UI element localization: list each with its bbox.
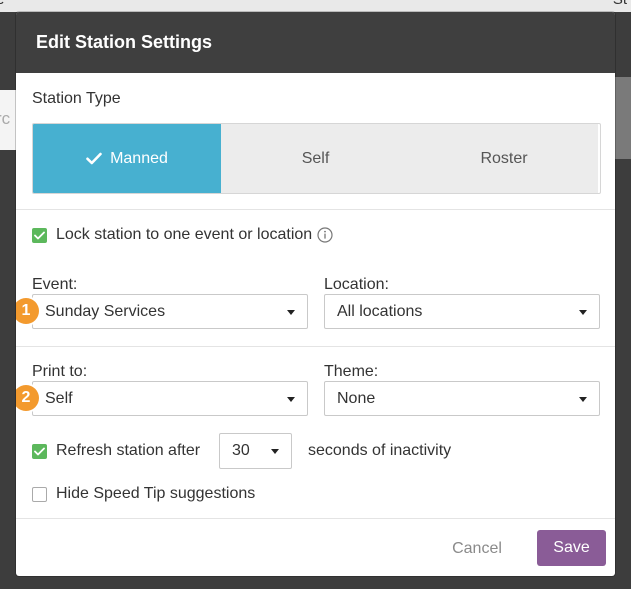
event-select-value: Sunday Services — [45, 302, 166, 320]
station-type-self[interactable]: Self — [221, 124, 410, 193]
caret-down-icon — [287, 310, 295, 315]
location-label: Location: — [324, 276, 389, 293]
refresh-seconds-value: 30 — [232, 442, 250, 459]
modal-header: Edit Station Settings — [16, 12, 615, 73]
refresh-station-checkbox[interactable] — [32, 443, 47, 459]
print-to-select-value: Self — [45, 389, 73, 407]
divider — [16, 346, 615, 347]
hide-speed-tip-checkbox[interactable] — [32, 486, 47, 502]
cancel-button[interactable]: Cancel — [444, 531, 510, 566]
modal-title: Edit Station Settings — [36, 32, 213, 52]
station-type-option-label: Self — [301, 149, 330, 167]
theme-label: Theme: — [324, 363, 379, 380]
check-icon — [86, 152, 102, 165]
station-type-selector: Manned Self Roster — [32, 123, 601, 194]
lock-station-label: Lock station to one event or location — [56, 226, 313, 243]
caret-down-icon — [287, 397, 295, 402]
location-select-value: All locations — [337, 302, 423, 320]
caret-down-icon — [579, 397, 587, 402]
station-type-roster[interactable]: Roster — [410, 124, 598, 193]
info-icon[interactable] — [317, 227, 333, 243]
save-button[interactable]: Save — [537, 530, 606, 566]
refresh-station-label: Refresh station after — [56, 442, 201, 459]
background-text: e — [0, 0, 4, 8]
divider — [16, 209, 615, 210]
event-label: Event: — [32, 276, 78, 293]
refresh-station-row: Refresh station after — [32, 442, 200, 460]
caret-down-icon — [579, 310, 587, 315]
lock-station-row: Lock station to one event or location — [32, 226, 333, 244]
edit-station-modal: Edit Station Settings Station Type Manne… — [16, 12, 615, 576]
print-to-select[interactable]: Self — [32, 381, 308, 416]
footer-divider — [16, 518, 615, 519]
station-type-option-label: Roster — [480, 149, 528, 167]
background-text: rc — [0, 109, 11, 128]
lock-station-checkbox[interactable] — [32, 227, 47, 243]
background-scroll-panel — [615, 77, 631, 159]
theme-select-value: None — [337, 389, 376, 407]
refresh-seconds-select[interactable]: 30 — [219, 433, 292, 469]
event-select[interactable]: Sunday Services — [32, 294, 308, 329]
location-select[interactable]: All locations — [324, 294, 600, 329]
theme-select[interactable]: None — [324, 381, 600, 416]
hide-speed-tip-row: Hide Speed Tip suggestions — [32, 485, 255, 503]
refresh-suffix-label: seconds of inactivity — [308, 442, 452, 459]
station-type-manned[interactable]: Manned — [33, 124, 221, 193]
background-page-top: e St — [0, 0, 631, 12]
caret-down-icon — [271, 449, 279, 454]
print-to-label: Print to: — [32, 363, 88, 380]
background-text: St — [613, 0, 627, 8]
hide-speed-tip-label: Hide Speed Tip suggestions — [56, 485, 256, 502]
station-type-label: Station Type — [32, 90, 121, 107]
station-type-option-label: Manned — [110, 149, 168, 167]
